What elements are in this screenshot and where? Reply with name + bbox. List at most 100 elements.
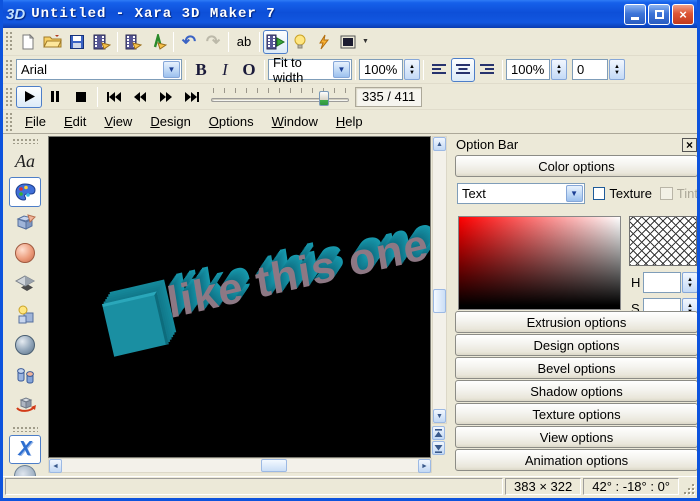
export-image-button[interactable]	[146, 30, 170, 54]
vertical-scrollbar[interactable]: ▲ ▼	[432, 136, 447, 424]
undo-button[interactable]: ↶	[177, 30, 201, 54]
flash-render-button[interactable]	[312, 30, 336, 54]
align-center-button[interactable]	[451, 58, 475, 82]
animation-tool-button[interactable]	[9, 361, 41, 391]
bold-button[interactable]: B	[189, 58, 213, 82]
play-button[interactable]	[16, 86, 42, 108]
menu-options[interactable]: Options	[200, 111, 263, 132]
bevel-tool-button[interactable]	[9, 239, 41, 269]
display-quality-dropdown-arrow[interactable]: ▼	[360, 38, 371, 45]
texture-swatch[interactable]	[629, 216, 697, 266]
align-left-button[interactable]	[427, 58, 451, 82]
frame-slider[interactable]	[211, 87, 349, 107]
design-options-button[interactable]: Design options	[455, 334, 698, 356]
close-button[interactable]: ×	[672, 4, 694, 25]
text-size-spinner[interactable]: ▲▼	[404, 59, 420, 80]
option-bar-close-button[interactable]: ×	[682, 138, 697, 152]
hue-spinner[interactable]: ▲▼	[682, 272, 698, 293]
scroll-down-button[interactable]: ▼	[433, 409, 446, 423]
resize-grip[interactable]	[681, 479, 695, 495]
scroll-right-button[interactable]: ►	[418, 459, 431, 473]
scroll-left-button[interactable]: ◄	[49, 459, 62, 473]
bevel-options-button[interactable]: Bevel options	[455, 357, 698, 379]
display-quality-button[interactable]	[336, 30, 360, 54]
horizontal-scroll-thumb[interactable]	[261, 459, 287, 472]
rotate-tool-button[interactable]	[9, 391, 41, 421]
shadow-tool-button[interactable]	[9, 269, 41, 299]
outline-button[interactable]: O	[237, 58, 261, 82]
export-frames-button[interactable]	[121, 30, 146, 54]
texture-checkbox[interactable]	[593, 187, 606, 200]
spin-down-icon[interactable]: ▼	[687, 283, 693, 289]
go-to-end-button[interactable]	[179, 86, 205, 108]
go-to-start-button[interactable]	[101, 86, 127, 108]
page-up-button[interactable]	[432, 426, 445, 440]
italic-button[interactable]: I	[213, 58, 237, 82]
baseline-spinner[interactable]: ▲▼	[609, 59, 625, 80]
tracking-spinner[interactable]: ▲▼	[551, 59, 567, 80]
pause-button[interactable]	[42, 86, 68, 108]
toolbar-drag-handle[interactable]	[5, 112, 12, 130]
extrusion-options-button[interactable]: Extrusion options	[455, 311, 698, 333]
open-folder-icon	[43, 34, 62, 49]
slider-thumb[interactable]	[319, 91, 329, 106]
toolbar-drag-handle[interactable]	[5, 87, 12, 107]
toolbar-drag-handle[interactable]	[5, 31, 12, 53]
tint-checkbox[interactable]	[660, 187, 673, 200]
edit-text-button[interactable]: ab	[232, 30, 256, 54]
menu-design[interactable]: Design	[141, 111, 199, 132]
color-target-combo[interactable]: Text ▼	[457, 183, 585, 204]
menu-file[interactable]: File	[16, 111, 55, 132]
redo-button[interactable]: ↷	[201, 30, 225, 54]
menu-window[interactable]: Window	[263, 111, 327, 132]
text-size-field[interactable]: 100%	[359, 59, 403, 80]
align-right-button[interactable]	[475, 58, 499, 82]
view-tool-button[interactable]	[9, 330, 41, 360]
scroll-up-button[interactable]: ▲	[433, 137, 446, 151]
menu-help[interactable]: Help	[327, 111, 372, 132]
toolbar-drag-handle[interactable]	[5, 59, 12, 81]
menu-edit[interactable]: Edit	[55, 111, 95, 132]
3d-scene[interactable]: like this one.	[100, 217, 431, 343]
new-document-button[interactable]	[16, 30, 40, 54]
page-down-button[interactable]	[432, 441, 445, 455]
render-canvas[interactable]: like this one.	[48, 136, 431, 458]
open-file-button[interactable]	[40, 30, 65, 54]
minimize-button[interactable]	[624, 4, 646, 25]
stop-button[interactable]	[68, 86, 94, 108]
step-forward-button[interactable]	[153, 86, 179, 108]
step-back-button[interactable]	[127, 86, 153, 108]
color-tool-button[interactable]	[9, 177, 41, 207]
animation-options-button[interactable]: Animation options	[455, 449, 698, 471]
baseline-field[interactable]: 0	[572, 59, 608, 80]
color-options-button[interactable]: Color options	[455, 155, 698, 177]
lighting-button[interactable]	[288, 30, 312, 54]
hue-input[interactable]	[643, 272, 681, 293]
tracking-field[interactable]: 100%	[506, 59, 550, 80]
texture-tool-button[interactable]	[9, 300, 41, 330]
horizontal-scrollbar[interactable]: ◄ ►	[48, 458, 432, 473]
chevron-down-icon[interactable]: ▼	[163, 61, 180, 78]
maximize-button[interactable]	[648, 4, 670, 25]
export-animation-button[interactable]	[89, 30, 114, 54]
shadow-options-button[interactable]: Shadow options	[455, 380, 698, 402]
save-button[interactable]	[65, 30, 89, 54]
font-combo[interactable]: Arial ▼	[16, 59, 182, 80]
spin-down-icon[interactable]: ▼	[614, 70, 620, 76]
menu-view[interactable]: View	[95, 111, 141, 132]
spin-down-icon[interactable]: ▼	[556, 70, 562, 76]
text-tool-button[interactable]: Aa	[9, 147, 41, 177]
chevron-down-icon[interactable]: ▼	[333, 61, 350, 78]
vertical-scroll-thumb[interactable]	[433, 289, 446, 313]
color-gradient-picker[interactable]	[458, 216, 621, 310]
chevron-down-icon[interactable]: ▼	[566, 185, 583, 202]
extrusion-tool-button[interactable]	[9, 208, 41, 238]
view-options-button[interactable]: View options	[455, 426, 698, 448]
xara-tool-button[interactable]: X	[9, 435, 41, 465]
animation-preview-toggle[interactable]	[263, 30, 288, 54]
stop-icon	[76, 92, 86, 102]
zoom-mode-combo[interactable]: Fit to width ▼	[268, 59, 352, 80]
toolbox-drag-handle[interactable]	[12, 138, 38, 144]
texture-options-button[interactable]: Texture options	[455, 403, 698, 425]
spin-down-icon[interactable]: ▼	[409, 70, 415, 76]
